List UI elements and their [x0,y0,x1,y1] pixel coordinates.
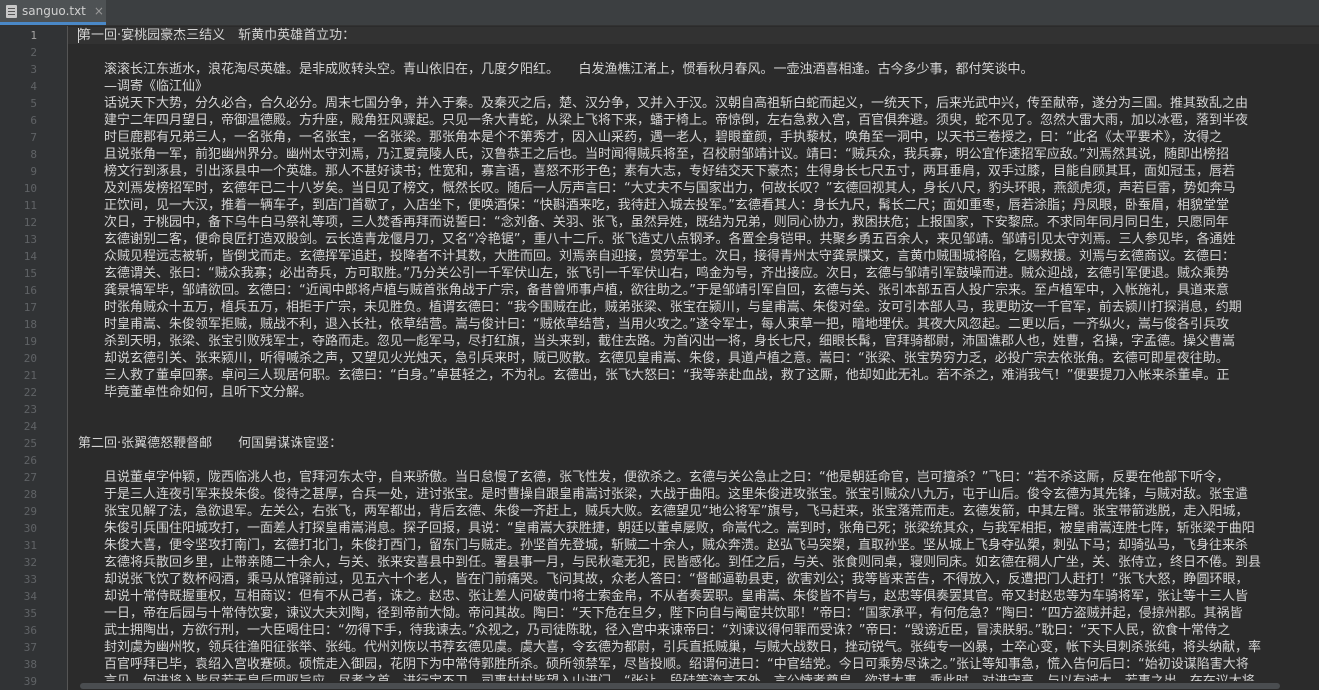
text-line: 毕竟董卓性命如何，且听下文分解。 [78,385,313,400]
line-number: 4 [30,80,37,93]
line-number: 24 [23,420,37,433]
line-number: 32 [23,556,37,569]
text-line: 武士拥陶出，方欲行刑，一大臣喝住曰：“勿得下手，待我谏去。”众视之，乃司徒陈耽，… [78,623,1231,638]
line-number: 31 [23,539,37,552]
line-number: 18 [23,318,37,331]
text-line: 时张角贼众十五万，植兵五万，相拒于广宗，未见胜负。植谓玄德曰：“我今围贼在此，贼… [78,300,1242,315]
text-line: 百官呼拜已毕，袁绍入宫收蹇硕。硕慌走入御园，花阴下为中常侍郭胜所杀。硕所领禁军，… [78,657,1249,672]
text-line: 却说十常侍既握重权，互相商议：但有不从己者，诛之。赵忠、张让差人问破黄巾将士索金… [78,589,1249,604]
line-number: 15 [23,267,37,280]
text-line: 玄德将兵散回乡里，止带亲随二十余人，与关、张来安喜县中到任。署县事一月，与民秋毫… [78,555,1262,570]
line-number: 17 [23,301,37,314]
text-line: 话说天下大势，分久必合，合久必分。周末七国分争，并入于秦。及秦灭之后，楚、汉分争… [78,96,1249,111]
line-number: 30 [23,522,37,535]
text-line: 封刘虞为幽州牧，领兵往渔阳征张举、张纯。代州刘恢以书荐玄德见虞。虞大喜，令玄德为… [78,640,1262,655]
line-number: 12 [23,216,37,229]
line-number: 16 [23,284,37,297]
line-number-gutter: 1 2 3 4 5 6 7 8 9 10 11 12 13 14 15 16 17 18 19 20 21 22 23 24 2… [0,26,68,690]
line-number: 1 [30,29,37,42]
text-line: 张宝见解了法，急欲退军。左关公，右张飞，两军都出，背后玄德、朱俊一齐赶上，贼兵大… [78,504,1249,519]
line-number: 27 [23,471,37,484]
text-line: 第一回·宴桃园豪杰三结义 斩黄巾英雄首立功： [78,28,356,43]
text-line: —调寄《临江仙》 [78,79,209,94]
line-number: 22 [23,386,37,399]
text-line: 且说董卓字仲颖，陇西临洮人也，官拜河东太守，自来骄傲。当日怠慢了玄德，张飞性发，… [78,470,1230,485]
line-number: 7 [30,131,37,144]
line-number: 26 [23,454,37,467]
line-number: 5 [30,97,37,110]
text-line: 且说张角一军，前犯幽州界分。幽州太守刘焉，乃江夏竟陵人氏，汉鲁恭王之后也。当时闻… [78,147,1229,162]
line-number: 21 [23,369,37,382]
line-number: 13 [23,233,37,246]
text-line: 玄德谓关、张曰：“贼众我寡；必出奇兵，方可取胜。”乃分关公引一千军伏山左，张飞引… [78,266,1229,281]
text-line: 却说张飞饮了数杯闷酒，乘马从馆驿前过，见五六十个老人，皆在门前痛哭。飞问其故，众… [78,572,1249,587]
editor-area: 1 2 3 4 5 6 7 8 9 10 11 12 13 14 15 16 17 18 19 20 21 22 23 24 2… [0,26,1319,690]
text-line: 时巨鹿郡有兄弟三人，一名张角，一名张宝，一名张梁。那张角本是个不第秀才，因入山采… [78,130,1223,145]
line-number: 28 [23,488,37,501]
line-number: 9 [30,165,37,178]
line-number: 6 [30,114,37,127]
text-line: 滚滚长江东逝水，浪花淘尽英雄。是非成败转头空。青山依旧在，几度夕阳红。 白发渔樵… [78,62,1034,77]
text-line: 正饮间，见一大汉，推着一辆车子，到店门首歇了，入店坐下，便唤酒保：“快斟酒来吃，… [78,198,1229,213]
text-line: 众贼见程远志被斩，皆倒戈而走。玄德挥军追赶，投降者不计其数，大胜而回。刘焉亲自迎… [78,249,1236,264]
line-number: 3 [30,63,37,76]
text-line: 时皇甫嵩、朱俊领军拒贼，贼战不利，退入长社，依草结营。嵩与俊计曰：“贼依草结营，… [78,317,1229,332]
line-number: 19 [23,335,37,348]
text-line: 朱俊引兵围住阳城攻打，一面差人打探皇甫嵩消息。探子回报，具说：“皇甫嵩大获胜捷，… [78,521,1255,536]
line-number: 36 [23,624,37,637]
text-line: 第二回·张翼德怒鞭督邮 何国舅谋诛宦竖： [78,436,343,451]
line-number: 11 [23,199,37,212]
line-number: 33 [23,573,37,586]
editor-window: sanguo.txt × 1 2 3 4 5 6 7 8 9 10 11 12 13 14 15 16 17 18… [0,0,1319,690]
line-number: 34 [23,590,37,603]
text-file-icon [6,4,17,18]
text-line: 杀到天明，张梁、张宝引败残军士，夺路而走。忽见一彪军马，尽打红旗，当头来到，截住… [78,334,1236,349]
text-line: 次日，于桃园中，备下乌牛白马祭礼等项，三人焚香再拜而说誓曰：“念刘备、关羽、张飞… [78,215,1229,230]
line-number: 38 [23,658,37,671]
line-number: 29 [23,505,37,518]
text-line: 榜文行到涿县，引出涿县中一个英雄。那人不甚好读书；性宽和，寡言语，喜怒不形于色；… [78,164,1236,179]
horizontal-scrollbar-thumb[interactable] [80,683,1280,689]
line-number: 23 [23,403,37,416]
close-icon[interactable]: × [94,5,104,17]
text-line: 建宁二年四月望日，帝御温德殿。方升座，殿角狂风骤起。只见一条大青蛇，从梁上飞将下… [78,113,1249,128]
horizontal-scrollbar[interactable] [68,681,1319,690]
text-content[interactable]: 第一回·宴桃园豪杰三结义 斩黄巾英雄首立功： 滚滚长江东逝水，浪花淘尽英雄。是非… [68,26,1319,690]
line-number: 8 [30,148,37,161]
text-line: 龚景犒军毕，邹靖欲回。玄德曰：“近闻中郎将卢植与贼首张角战于广宗，备昔曾师事卢植… [78,283,1229,298]
tab-sanguo-txt[interactable]: sanguo.txt × [0,0,106,25]
line-number: 10 [23,182,37,195]
text-line: 三人救了董卓回寨。卓问三人现居何职。玄德曰：“白身。”卓甚轻之，不为礼。玄德出，… [78,368,1230,383]
tab-label: sanguo.txt [22,4,86,18]
line-number: 25 [23,437,37,450]
text-line: 玄德谢别二客，便命良匠打造双股剑。云长造青龙偃月刀，又名“冷艳锯”，重八十二斤。… [78,232,1236,247]
line-number: 2 [30,46,37,59]
line-number: 20 [23,352,37,365]
text-line: 却说玄德引关、张来颍川，听得喊杀之声，又望见火光烛天，急引兵来时，贼已败散。玄德… [78,351,1229,366]
line-number: 37 [23,641,37,654]
tab-bar: sanguo.txt × [0,0,1319,26]
line-number: 35 [23,607,37,620]
text-line: 朱俊大喜，便令坚攻打南门，玄德打北门，朱俊打西门，留东门与贼走。孙坚首先登城，斩… [78,538,1249,553]
text-line: 及刘焉发榜招军时，玄德年已二十八岁矣。当日见了榜文，慨然长叹。随后一人厉声言曰：… [78,181,1236,196]
line-number: 39 [23,675,37,688]
text-line: 于是三人连夜引军来投朱俊。俊待之甚厚，合兵一处，进讨张宝。是时曹操自跟皇甫嵩讨张… [78,487,1249,502]
line-number: 14 [23,250,37,263]
text-line: 一日，帝在后园与十常侍饮宴，谏议大夫刘陶，径到帝前大恸。帝问其故。陶曰：“天下危… [78,606,1243,621]
